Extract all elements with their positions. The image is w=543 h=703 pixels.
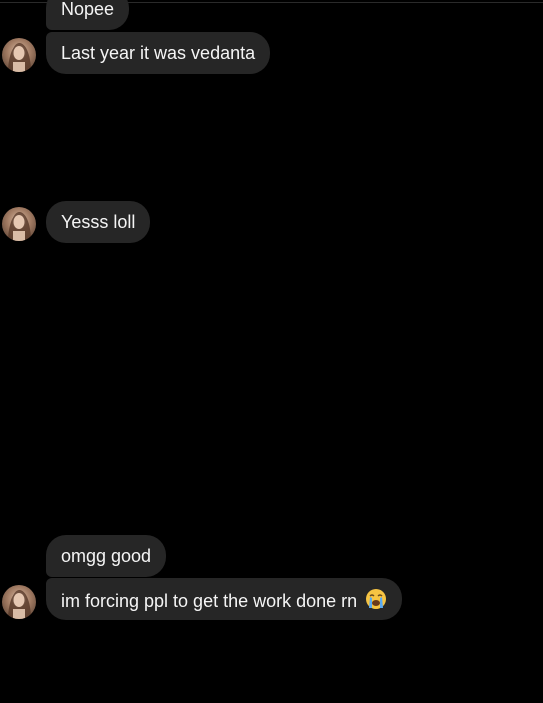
- message-text: Last year it was vedanta: [61, 43, 256, 63]
- message-text: Yesss loll: [61, 212, 136, 232]
- avatar-photo-icon: [8, 43, 31, 72]
- avatar[interactable]: [2, 585, 36, 619]
- avatar[interactable]: [2, 38, 36, 72]
- avatar-photo-icon: [8, 212, 31, 241]
- message-text: omgg good: [61, 546, 152, 566]
- avatar[interactable]: [2, 207, 36, 241]
- crying-face-icon: [365, 588, 387, 615]
- message-bubble[interactable]: im forcing ppl to get the work done rn: [46, 578, 403, 620]
- message-text: im forcing ppl to get the work done rn: [61, 591, 358, 611]
- avatar-photo-icon: [8, 590, 31, 619]
- message-bubble[interactable]: Last year it was vedanta: [46, 32, 271, 74]
- message-bubble[interactable]: omgg good: [46, 535, 167, 577]
- message-text: Nopee: [61, 0, 115, 19]
- message-bubble[interactable]: Yesss loll: [46, 201, 151, 243]
- message-bubble[interactable]: Nopee: [46, 0, 130, 30]
